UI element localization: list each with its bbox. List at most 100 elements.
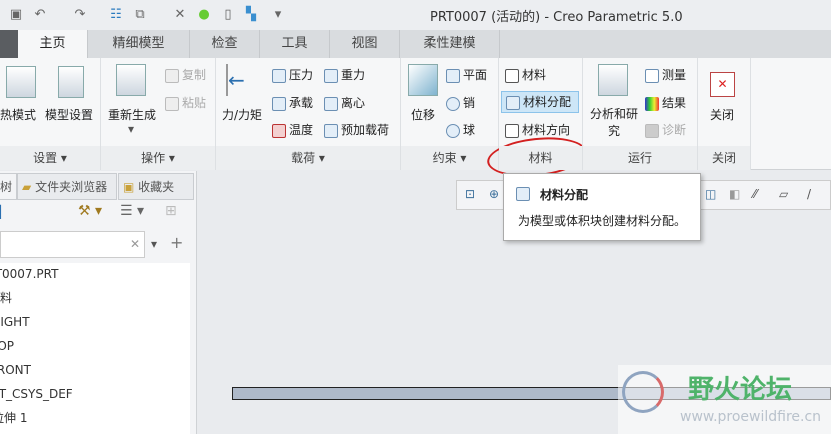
tab-view[interactable]: 视图	[330, 30, 400, 58]
model-tree: PRT0007.PRT 材料 RIGHT TOP FRONT PRT_CSYS_…	[0, 263, 190, 434]
planar-icon	[446, 68, 460, 83]
bearing-button[interactable]: 承载	[272, 94, 313, 111]
analyses-studies-button[interactable]: 分析和研究	[589, 106, 639, 140]
tree-item[interactable]: PRT0007.PRT	[0, 262, 58, 286]
material-orientation-button[interactable]: 材料方向	[505, 121, 570, 138]
measure-icon	[645, 68, 659, 83]
tree-item[interactable]: 材料	[0, 286, 12, 310]
group-loads[interactable]: 载荷 ▾	[216, 146, 400, 170]
tree-item[interactable]: TOP	[0, 334, 14, 358]
status-icon: ●	[198, 7, 210, 22]
tab-folder-browser[interactable]: ▰ 文件夹浏览器	[17, 173, 117, 200]
close-button[interactable]: 关闭	[710, 106, 734, 123]
analyses-studies-icon	[598, 64, 628, 96]
tab-tools[interactable]: 工具	[260, 30, 330, 58]
tooltip: 材料分配 为模型或体积块创建材料分配。	[503, 173, 701, 241]
tab-home[interactable]: 主页	[18, 30, 88, 58]
force-moment-button[interactable]: 力/力矩	[222, 106, 262, 123]
force-moment-icon: ←	[226, 64, 272, 96]
watermark: 野火论坛 www.proewildfire.cn	[618, 365, 831, 434]
material-assignment-icon	[516, 187, 530, 201]
settings-icon[interactable]: ⚒ ▾	[78, 203, 102, 219]
close-icon: ✕	[710, 72, 735, 97]
displacement-icon	[408, 64, 438, 96]
tab-inspect[interactable]: 检查	[190, 30, 260, 58]
centrifugal-icon	[324, 96, 338, 111]
display-style-icon[interactable]: ◧	[729, 187, 740, 201]
copy-button[interactable]: 复制	[165, 66, 206, 83]
favorites-icon: ▣	[123, 180, 135, 194]
tree-item[interactable]: PRT_CSYS_DEF	[0, 382, 73, 406]
search-input[interactable]: ✕	[0, 231, 145, 258]
pressure-button[interactable]: 压力	[272, 66, 313, 83]
regenerate-button[interactable]: 重新生成	[108, 106, 156, 123]
tooltip-title: 材料分配	[540, 188, 589, 202]
save-icon[interactable]: ▣	[8, 7, 24, 23]
regenerate-icon[interactable]: ☷	[108, 7, 124, 23]
tab-favorites[interactable]: ▣ 收藏夹	[118, 173, 194, 200]
pin-icon	[446, 96, 460, 111]
filter-icon[interactable]: ⊞	[165, 203, 177, 219]
redo-icon[interactable]: ↷	[72, 7, 88, 23]
show-icon[interactable]: ☰ ▾	[120, 203, 144, 219]
temperature-button[interactable]: 温度	[272, 121, 313, 138]
title-bar: ▣ ↶ ↷ ☷ ⧉ ✕ ● ▯ ▚ ▾ PRT0007 (活动的) - Creo…	[0, 0, 831, 30]
results-button[interactable]: 结果	[645, 94, 686, 111]
ribbon: 热模式 模型设置 设置 ▾ 重新生成 ▾ 复制 粘贴 操作 ▾ ← 力/力矩 压…	[0, 58, 831, 182]
group-materials: 材料	[499, 146, 582, 170]
tab-model-tree[interactable]: 树	[0, 173, 17, 200]
axis-display-icon[interactable]: /	[807, 187, 811, 201]
zoom-in-icon[interactable]: ⊕	[489, 187, 499, 201]
material-icon	[505, 68, 519, 83]
displacement-button[interactable]: 位移	[411, 106, 435, 123]
copy-icon	[165, 68, 179, 83]
color-icon[interactable]: ▚	[243, 7, 259, 23]
add-icon[interactable]: +	[170, 233, 183, 252]
thermal-mode-button[interactable]: 热模式	[0, 106, 36, 123]
bearing-icon	[272, 96, 286, 111]
left-panel: 树 ▰ 文件夹浏览器 ▣ 收藏夹 ▏ ⚒ ▾ ☰ ▾ ⊞ ✕ ▾ + PRT00…	[0, 171, 197, 434]
gravity-button[interactable]: 重力	[324, 66, 365, 83]
group-setup[interactable]: 设置 ▾	[0, 146, 100, 170]
paste-button[interactable]: 粘贴	[165, 94, 206, 111]
clear-icon[interactable]: ✕	[130, 237, 140, 251]
close-window-icon[interactable]: ✕	[172, 7, 188, 23]
preload-button[interactable]: 预加载荷	[324, 121, 389, 138]
plane-display-icon[interactable]: ▱	[779, 187, 788, 201]
file-menu[interactable]	[0, 30, 18, 58]
watermark-logo	[622, 371, 664, 413]
watermark-url: www.proewildfire.cn	[680, 409, 822, 425]
undo-icon[interactable]: ↶	[32, 7, 48, 23]
customize-icon[interactable]: ▾	[270, 7, 286, 23]
folder-icon: ▰	[22, 180, 32, 194]
centrifugal-button[interactable]: 离心	[324, 94, 365, 111]
new-icon[interactable]: ▯	[220, 7, 236, 23]
pin-button[interactable]: 销	[446, 94, 475, 111]
pressure-icon	[272, 68, 286, 83]
search-dropdown-icon[interactable]: ▾	[151, 237, 157, 251]
temperature-icon	[272, 123, 286, 138]
datum-display-icon[interactable]: ⁄⁄	[753, 187, 757, 201]
regenerate-dropdown[interactable]: ▾	[128, 122, 134, 136]
view-manager-icon[interactable]: ◫	[705, 187, 716, 201]
measure-button[interactable]: 测量	[645, 66, 686, 83]
tab-refine-model[interactable]: 精细模型	[88, 30, 190, 58]
windows-icon[interactable]: ⧉	[132, 7, 148, 23]
refit-icon[interactable]: ⊡	[465, 187, 475, 201]
preload-icon	[324, 123, 338, 138]
gravity-icon	[324, 68, 338, 83]
model-setup-button[interactable]: 模型设置	[45, 106, 93, 123]
tree-item[interactable]: FRONT	[0, 358, 31, 382]
group-operations[interactable]: 操作 ▾	[101, 146, 215, 170]
tooltip-description: 为模型或体积块创建材料分配。	[518, 214, 687, 228]
tab-flexible-modeling[interactable]: 柔性建模	[400, 30, 500, 58]
material-assignment-button[interactable]: 材料分配	[501, 91, 579, 113]
material-button[interactable]: 材料	[505, 66, 546, 83]
group-run: 运行	[583, 146, 697, 170]
group-constraints[interactable]: 约束 ▾	[401, 146, 498, 170]
ball-button[interactable]: 球	[446, 121, 475, 138]
tree-item[interactable]: RIGHT	[0, 310, 30, 334]
tree-item[interactable]: 拉伸 1	[0, 406, 27, 430]
planar-button[interactable]: 平面	[446, 66, 487, 83]
diagnostics-button[interactable]: 诊断	[645, 121, 686, 138]
